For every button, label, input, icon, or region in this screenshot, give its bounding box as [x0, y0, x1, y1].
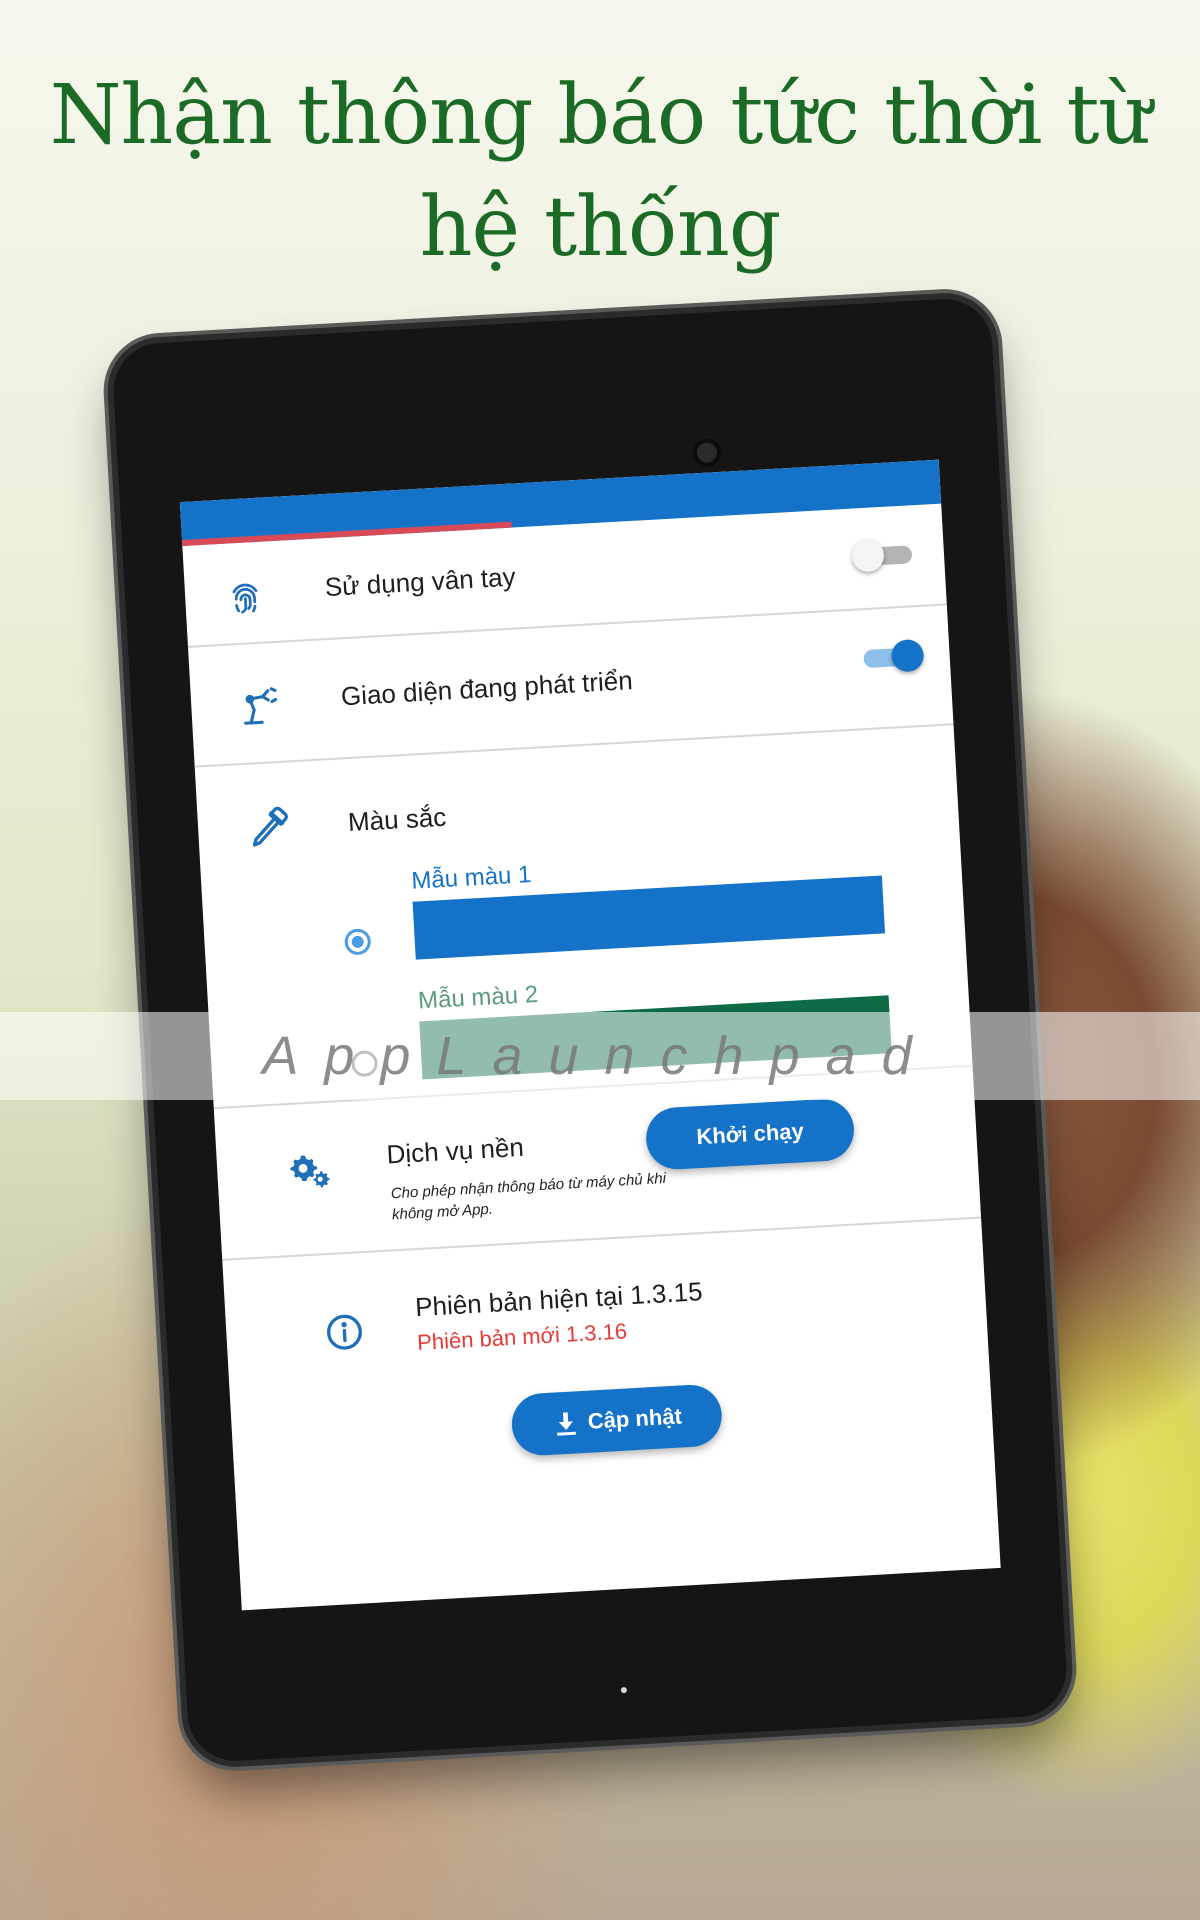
- current-version-text: Phiên bản hiện tại 1.3.15: [414, 1276, 704, 1323]
- eyedropper-icon: [245, 804, 291, 850]
- robot-arm-icon: [236, 683, 282, 729]
- background-service-description: Cho phép nhận thông báo từ máy chủ khi k…: [390, 1170, 667, 1224]
- new-version-text: Phiên bản mới 1.3.16: [416, 1318, 628, 1356]
- download-icon: [551, 1408, 581, 1438]
- headline-line-1: Nhận thông báo tức thời từ: [49, 68, 1152, 163]
- version-section: Phiên bản hiện tại 1.3.15 Phiên bản mới …: [222, 1218, 1000, 1600]
- start-service-button[interactable]: Khởi chạy: [644, 1097, 856, 1171]
- watermark-text: AppLaunchpad: [262, 1026, 938, 1086]
- update-button[interactable]: Cập nhật: [510, 1383, 724, 1457]
- color-option-1-label: Mẫu màu 1: [410, 861, 533, 895]
- color-option-1-radio[interactable]: [344, 928, 372, 956]
- toggle-thumb: [890, 638, 925, 673]
- dev-ui-toggle[interactable]: [857, 635, 925, 679]
- home-indicator: [620, 1686, 628, 1694]
- headline: Nhận thông báo tức thời từ hệ thống: [0, 60, 1200, 284]
- background-service-label: Dịch vụ nền: [385, 1131, 525, 1170]
- info-icon: [323, 1311, 365, 1353]
- headline-line-2: hệ thống: [419, 180, 782, 275]
- dev-ui-label: Giao diện đang phát triển: [340, 665, 634, 712]
- color-option-2-label: Mẫu màu 2: [417, 980, 539, 1015]
- fingerprint-label: Sử dụng vân tay: [324, 561, 517, 603]
- color-label: Màu sắc: [347, 801, 447, 838]
- fingerprint-icon: [222, 575, 268, 621]
- toggle-thumb: [851, 538, 885, 573]
- gears-icon: [286, 1147, 332, 1193]
- fingerprint-toggle[interactable]: [851, 533, 919, 577]
- camera-icon: [692, 437, 722, 468]
- update-button-label: Cập nhật: [587, 1403, 683, 1434]
